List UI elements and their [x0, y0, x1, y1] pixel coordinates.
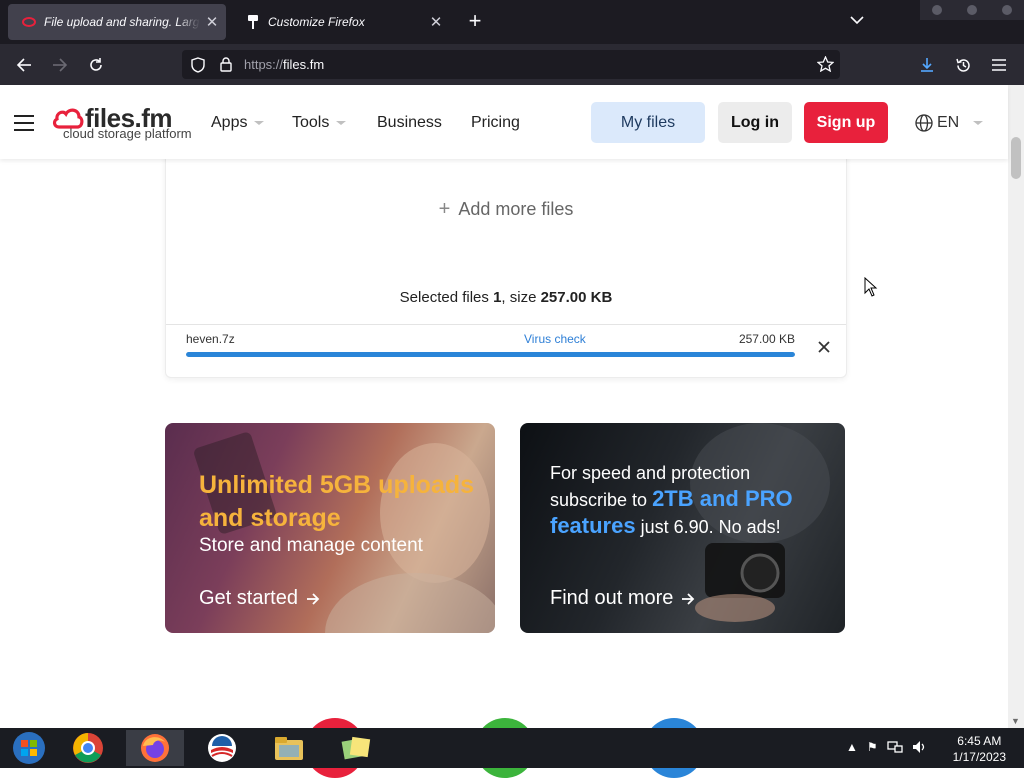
reload-icon — [90, 58, 102, 71]
lock-icon[interactable] — [220, 57, 232, 72]
network-icon[interactable] — [887, 740, 903, 754]
list-all-tabs-button[interactable] — [850, 12, 874, 32]
arrow-right-icon — [53, 58, 68, 72]
clock-time: 6:45 AM — [957, 734, 1002, 748]
taskbar-firefox[interactable] — [126, 730, 184, 766]
action-center-flag-icon[interactable]: ⚑ — [867, 740, 878, 754]
page-scrollbar[interactable]: ▼ — [1008, 85, 1024, 728]
add-more-files-button[interactable]: + Add more files — [166, 198, 846, 221]
downloads-button[interactable] — [914, 52, 940, 78]
promo-subtext: Store and manage content — [199, 535, 423, 556]
language-code: EN — [937, 114, 960, 131]
language-selector[interactable]: EN — [915, 114, 984, 132]
site-menu-button[interactable] — [14, 115, 34, 131]
close-tab-icon[interactable]: ✕ — [200, 13, 224, 31]
nav-tools[interactable]: Tools — [292, 114, 347, 132]
tab-file-upload[interactable]: File upload and sharing. Large files ✕ — [8, 4, 226, 40]
taskbar-clock[interactable]: 6:45 AM 1/17/2023 — [953, 733, 1006, 765]
file-size: 257.00 KB — [738, 332, 795, 346]
tab-title: File upload and sharing. Large files — [44, 15, 200, 29]
tab-title: Customize Firefox — [268, 15, 365, 29]
start-button[interactable] — [0, 730, 58, 766]
taskbar-chrome[interactable] — [59, 730, 117, 766]
chevron-down-icon — [850, 16, 864, 25]
arrow-right-icon — [306, 592, 320, 605]
find-out-more-link[interactable]: Find out more — [550, 587, 695, 610]
maximize-icon[interactable] — [966, 5, 977, 15]
nav-apps[interactable]: Apps — [211, 114, 265, 132]
tab-customize-firefox[interactable]: Customize Firefox ✕ — [232, 4, 450, 40]
upload-card: + Add more files Selected files 1, size 2… — [165, 140, 847, 378]
windows-taskbar: ▲ ⚑ 6:45 AM 1/17/2023 — [0, 728, 1024, 768]
close-tab-icon[interactable]: ✕ — [424, 13, 448, 31]
window-controls[interactable] — [920, 0, 1024, 20]
files-fm-favicon-icon — [22, 15, 36, 29]
volume-icon[interactable] — [912, 740, 928, 754]
arrow-right-icon — [682, 592, 695, 605]
site-header: files.fm cloud storage platform Apps Too… — [0, 85, 1008, 159]
globe-icon — [915, 114, 933, 132]
nav-pricing[interactable]: Pricing — [471, 114, 520, 132]
promo-headline: Unlimited 5GB uploads and storage — [199, 471, 475, 532]
taskbar-app-pinned[interactable] — [193, 730, 251, 766]
show-hidden-icons-icon[interactable]: ▲ — [846, 740, 858, 754]
close-window-icon[interactable] — [1001, 5, 1012, 15]
upload-progress-bar — [186, 352, 795, 357]
windows-orb-icon — [13, 732, 45, 764]
download-icon — [921, 58, 933, 72]
new-tab-button[interactable]: + — [463, 10, 487, 34]
minimize-icon[interactable] — [932, 5, 943, 15]
url-text: https://files.fm — [244, 57, 325, 72]
total-size: 257.00 KB — [540, 289, 613, 306]
my-files-button[interactable]: My files — [591, 102, 705, 143]
remove-file-icon[interactable] — [816, 339, 832, 355]
promo-pro-features[interactable]: For speed and protection subscribe to 2T… — [520, 423, 845, 633]
url-bar[interactable]: https://files.fm — [182, 50, 840, 79]
nav-business[interactable]: Business — [377, 114, 442, 132]
scrollbar-thumb[interactable] — [1011, 137, 1021, 179]
back-button[interactable] — [11, 52, 37, 78]
caret-down-icon — [254, 121, 265, 125]
forward-button[interactable] — [47, 52, 73, 78]
chrome-icon — [73, 733, 103, 763]
promo-text: For speed and protection subscribe to 2T… — [550, 463, 793, 538]
sign-up-button[interactable]: Sign up — [804, 102, 888, 143]
folder-icon — [275, 737, 303, 760]
scroll-down-arrow-icon[interactable]: ▼ — [1011, 716, 1020, 726]
file-row: heven.7z Virus check 257.00 KB — [166, 324, 846, 378]
plus-icon: + — [438, 198, 451, 220]
taskbar-sticky-notes[interactable] — [327, 730, 385, 766]
get-started-link[interactable]: Get started — [199, 587, 320, 610]
selected-files-summary: Selected files 1, size 257.00 KB — [399, 289, 613, 306]
clock-date: 1/17/2023 — [952, 750, 1006, 764]
hamburger-icon — [992, 59, 1006, 71]
caret-down-icon — [973, 121, 984, 125]
brush-icon — [246, 15, 260, 29]
firefox-icon — [141, 734, 169, 762]
browser-nav-bar: https://files.fm — [0, 44, 1024, 85]
history-icon — [955, 58, 970, 72]
logo-tagline: cloud storage platform — [63, 126, 192, 141]
caret-down-icon — [336, 121, 347, 125]
bookmark-star-icon[interactable] — [817, 56, 834, 72]
app-menu-button[interactable] — [986, 52, 1012, 78]
log-in-button[interactable]: Log in — [718, 102, 792, 143]
file-name: heven.7z — [186, 332, 235, 346]
reload-button[interactable] — [83, 52, 109, 78]
system-tray: ▲ ⚑ — [846, 740, 928, 754]
files-fm-logo[interactable]: files.fm cloud storage platform — [52, 103, 192, 146]
shield-icon[interactable] — [191, 57, 205, 73]
taskbar-file-explorer[interactable] — [260, 730, 318, 766]
history-button[interactable] — [950, 52, 976, 78]
virus-check-status: Virus check — [524, 332, 586, 346]
browser-tab-bar: File upload and sharing. Large files ✕ C… — [0, 0, 1024, 44]
campaign-logo-icon — [208, 734, 236, 762]
mouse-cursor-icon — [864, 277, 878, 297]
upload-progress-fill — [186, 352, 795, 357]
promo-unlimited-uploads[interactable]: Unlimited 5GB uploads and storage Store … — [165, 423, 495, 633]
arrow-left-icon — [16, 58, 31, 72]
sticky-notes-icon — [341, 736, 371, 760]
